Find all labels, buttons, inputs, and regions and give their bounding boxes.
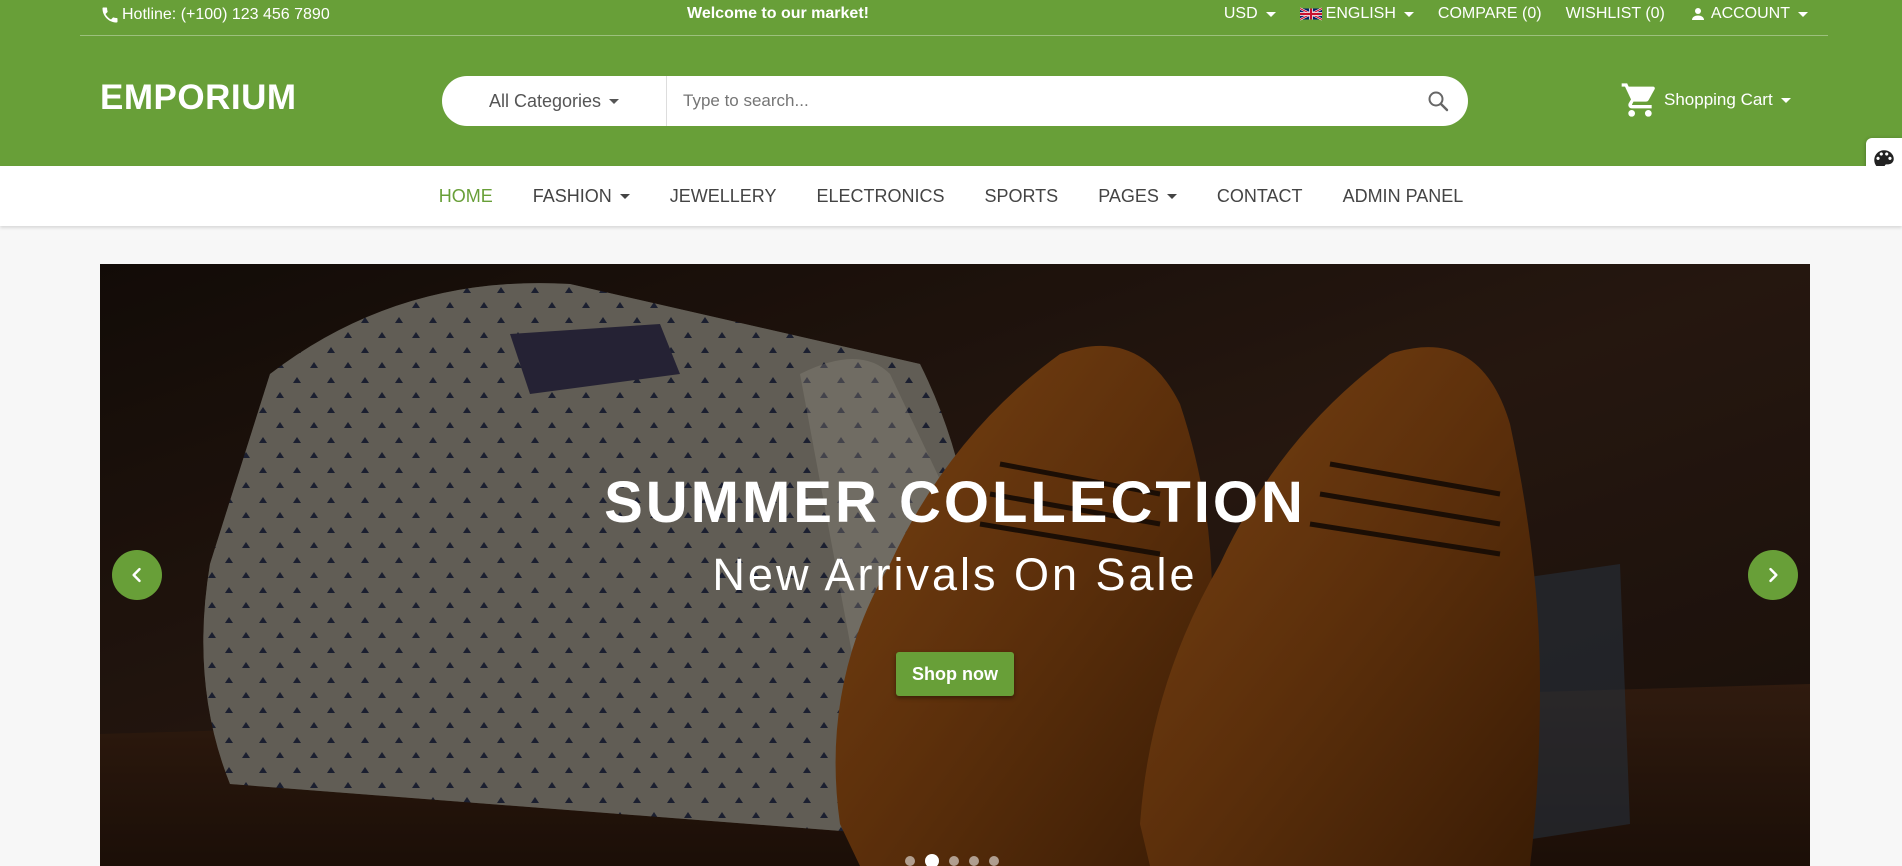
chevron-down-icon	[1403, 11, 1414, 17]
chevron-right-icon	[1769, 567, 1778, 583]
nav-item-admin-panel[interactable]: ADMIN PANEL	[1343, 186, 1464, 207]
nav-item-label: FASHION	[532, 185, 612, 206]
nav-item-label: ADMIN PANEL	[1342, 185, 1464, 206]
search-bar: All Categories	[442, 76, 1468, 126]
slider-dots	[905, 854, 999, 866]
slider-dot[interactable]	[989, 856, 999, 866]
nav-item-home[interactable]: HOME	[439, 186, 493, 207]
language-dropdown[interactable]: ENGLISH	[1299, 5, 1414, 23]
search-input[interactable]	[667, 77, 1408, 125]
nav-item-pages[interactable]: PAGES	[1098, 186, 1177, 207]
nav-item-contact[interactable]: CONTACT	[1217, 186, 1303, 207]
hero-slider: SUMMER COLLECTION New Arrivals On Sale S…	[100, 264, 1810, 866]
hero-title: SUMMER COLLECTION	[604, 470, 1306, 535]
compare-label: COMPARE (0)	[1437, 5, 1542, 22]
nav-item-fashion[interactable]: FASHION	[533, 186, 630, 207]
nav-item-label: HOME	[438, 185, 493, 206]
user-icon	[1691, 8, 1704, 20]
slider-dot[interactable]	[969, 856, 979, 866]
top-bar: Hotline: (+100) 123 456 7890 Welcome to …	[80, 0, 1828, 36]
uk-flag-icon	[1299, 7, 1322, 21]
nav-item-label: PAGES	[1098, 185, 1159, 206]
chevron-down-icon	[1780, 97, 1791, 103]
search-button[interactable]	[1408, 76, 1468, 126]
site-logo[interactable]: EMPORIUM	[100, 78, 297, 118]
account-label: ACCOUNT	[1710, 5, 1790, 22]
hero-subtitle: New Arrivals On Sale	[712, 549, 1198, 600]
slider-dot-active[interactable]	[925, 854, 939, 866]
chevron-down-icon	[1166, 193, 1177, 199]
chevron-down-icon	[1798, 11, 1808, 17]
nav-item-jewellery[interactable]: JEWELLERY	[670, 186, 777, 207]
currency-label: USD	[1223, 5, 1258, 22]
category-select[interactable]: All Categories	[442, 76, 667, 126]
chevron-down-icon	[609, 98, 620, 104]
shop-now-button[interactable]: Shop now	[896, 652, 1014, 696]
slider-dot[interactable]	[905, 856, 915, 866]
nav-item-label: CONTACT	[1216, 185, 1303, 206]
category-select-label: All Categories	[488, 90, 602, 111]
site-header: Hotline: (+100) 123 456 7890 Welcome to …	[0, 0, 1902, 166]
cart-label: Shopping Cart	[1664, 90, 1773, 109]
chevron-down-icon	[1265, 11, 1276, 17]
shopping-cart-dropdown[interactable]: Shopping Cart	[1620, 80, 1791, 120]
slider-next-button[interactable]	[1748, 550, 1798, 600]
main-nav: HOME FASHION JEWELLERY ELECTRONICS SPORT…	[0, 166, 1902, 226]
nav-item-electronics[interactable]: ELECTRONICS	[816, 186, 944, 207]
chevron-down-icon	[619, 193, 630, 199]
nav-item-label: JEWELLERY	[669, 185, 777, 206]
wishlist-link[interactable]: WISHLIST (0)	[1566, 5, 1665, 23]
nav-item-label: ELECTRONICS	[816, 185, 945, 206]
compare-link[interactable]: COMPARE (0)	[1438, 5, 1542, 23]
wishlist-label: WISHLIST (0)	[1565, 5, 1665, 22]
slider-dot[interactable]	[949, 856, 959, 866]
nav-item-label: SPORTS	[984, 185, 1059, 206]
currency-dropdown[interactable]: USD	[1224, 5, 1276, 23]
chevron-left-icon	[132, 567, 141, 583]
cart-icon	[1621, 83, 1655, 117]
nav-item-sports[interactable]: SPORTS	[985, 186, 1059, 207]
account-dropdown[interactable]: ACCOUNT	[1689, 5, 1808, 23]
slider-prev-button[interactable]	[112, 550, 162, 600]
language-label: ENGLISH	[1325, 5, 1396, 22]
topbar-menu: USD ENGLISH COMPARE (0) WISHLIST (0) ACC…	[1224, 5, 1808, 23]
search-icon	[1428, 91, 1449, 112]
